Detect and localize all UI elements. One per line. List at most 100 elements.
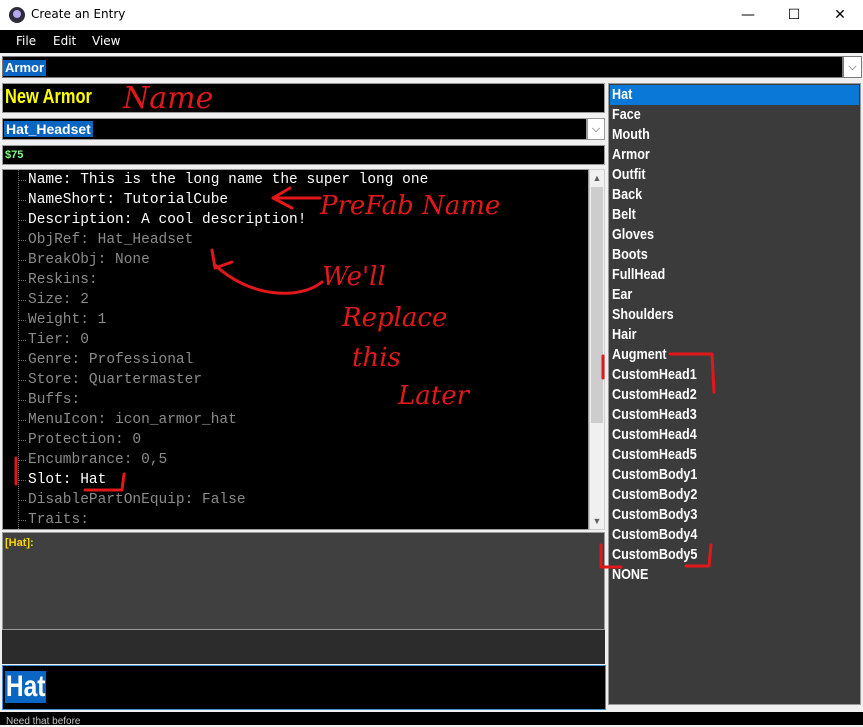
scroll-down-icon[interactable]: ▼ — [589, 513, 605, 529]
slot-item[interactable]: CustomHead1 — [610, 365, 859, 385]
slot-item-label: Shoulders — [612, 306, 674, 323]
slot-item[interactable]: Hat — [610, 85, 859, 105]
slot-item-label: Face — [612, 106, 641, 123]
property-row[interactable]: ObjRef: Hat_Headset — [18, 230, 193, 250]
scroll-up-icon[interactable]: ▲ — [589, 170, 605, 186]
slot-item[interactable]: Shoulders — [610, 305, 859, 325]
property-row[interactable]: Buffs: — [18, 390, 80, 410]
entry-name-field[interactable] — [2, 83, 605, 113]
property-row[interactable]: Slot: Hat — [18, 470, 106, 490]
slot-item[interactable]: CustomHead2 — [610, 385, 859, 405]
slot-item[interactable]: Gloves — [610, 225, 859, 245]
property-row-label: Reskins: — [28, 272, 98, 288]
slot-item[interactable]: Face — [610, 105, 859, 125]
price-field[interactable] — [2, 145, 605, 165]
slot-item-label: Ear — [612, 286, 633, 303]
price-value: $75 — [5, 149, 24, 161]
slot-item[interactable]: Boots — [610, 245, 859, 265]
slot-item-label: Back — [612, 186, 643, 203]
status-text: Need that before — [6, 716, 81, 727]
property-row[interactable]: Tier: 0 — [18, 330, 89, 350]
slot-item[interactable]: Outfit — [610, 165, 859, 185]
menu-edit[interactable]: Edit — [53, 34, 76, 48]
property-detail-panel — [2, 532, 605, 630]
slot-item[interactable]: CustomBody3 — [610, 505, 859, 525]
property-row[interactable]: Name: This is the long name the super lo… — [18, 170, 428, 190]
menu-view[interactable]: View — [92, 34, 120, 48]
slot-item-label: CustomBody1 — [612, 466, 698, 483]
slot-item-label: CustomHead4 — [612, 426, 697, 443]
property-row-label: NameShort: TutorialCube — [28, 192, 229, 208]
property-row[interactable]: NameShort: TutorialCube — [18, 190, 228, 210]
slot-item-label: Gloves — [612, 226, 655, 243]
property-row-label: Weight: 1 — [28, 312, 107, 328]
slot-item-label: CustomBody5 — [612, 546, 698, 563]
status-bar — [0, 712, 863, 725]
property-row[interactable]: Reskins: — [18, 270, 98, 290]
slot-item[interactable]: Hair — [610, 325, 859, 345]
slot-item-label: Hair — [612, 326, 637, 343]
property-row[interactable]: Store: Quartermaster — [18, 370, 202, 390]
slot-item[interactable]: Augment — [610, 345, 859, 365]
property-row[interactable]: Traits: — [18, 510, 89, 529]
slot-item-label: NONE — [612, 566, 649, 583]
category-dropdown[interactable] — [2, 56, 843, 78]
property-row[interactable]: Description: A cool description! — [18, 210, 306, 230]
slot-item[interactable]: Armor — [610, 145, 859, 165]
property-row-label: Slot: Hat — [28, 472, 107, 488]
value-editor-field[interactable] — [2, 665, 606, 710]
slot-item-label: FullHead — [612, 266, 666, 283]
property-tree[interactable]: Name: This is the long name the super lo… — [2, 169, 589, 530]
property-row[interactable]: Protection: 0 — [18, 430, 141, 450]
property-row-label: DisablePartOnEquip: False — [28, 492, 246, 508]
slot-item[interactable]: FullHead — [610, 265, 859, 285]
property-row-label: Genre: Professional — [28, 352, 194, 368]
app-icon — [9, 7, 25, 23]
minimize-button[interactable]: — — [725, 0, 771, 30]
slot-item[interactable]: CustomHead5 — [610, 445, 859, 465]
slot-item[interactable]: CustomBody4 — [610, 525, 859, 545]
slot-list[interactable]: Hat Face Mouth Armor Outfit Back Belt Gloves Boo… — [608, 83, 861, 705]
slot-item-label: Mouth — [612, 126, 650, 143]
chevron-down-icon[interactable]: ⌵ — [587, 118, 605, 140]
slot-item-label: CustomHead3 — [612, 406, 697, 423]
slot-item-label: Belt — [612, 206, 636, 223]
property-row-label: Encumbrance: 0,5 — [28, 452, 168, 468]
property-row-label: Description: A cool description! — [28, 212, 307, 228]
property-row-label: Tier: 0 — [28, 332, 89, 348]
property-row[interactable]: Size: 2 — [18, 290, 89, 310]
property-row[interactable]: Encumbrance: 0,5 — [18, 450, 167, 470]
close-button[interactable]: ✕ — [817, 0, 863, 30]
slot-item-label: CustomBody4 — [612, 526, 698, 543]
slot-item-label: CustomHead1 — [612, 366, 697, 383]
slot-item-label: CustomBody3 — [612, 506, 698, 523]
slot-item[interactable]: Belt — [610, 205, 859, 225]
menu-file[interactable]: File — [16, 34, 36, 48]
slot-item[interactable]: Ear — [610, 285, 859, 305]
property-row[interactable]: BreakObj: None — [18, 250, 150, 270]
property-row-label: Buffs: — [28, 392, 81, 408]
property-row-label: Store: Quartermaster — [28, 372, 203, 388]
property-row-label: Traits: — [28, 512, 89, 528]
slot-item[interactable]: Mouth — [610, 125, 859, 145]
maximize-button[interactable]: ☐ — [771, 0, 817, 30]
slot-item[interactable]: CustomBody1 — [610, 465, 859, 485]
slot-item[interactable]: NONE — [610, 565, 859, 585]
property-row[interactable]: Weight: 1 — [18, 310, 106, 330]
slot-item[interactable]: CustomBody2 — [610, 485, 859, 505]
slot-item-label: Outfit — [612, 166, 646, 183]
scroll-thumb[interactable] — [591, 187, 603, 423]
slot-item[interactable]: CustomBody5 — [610, 545, 859, 565]
prefab-value: Hat_Headset — [4, 121, 93, 137]
slot-item[interactable]: CustomHead4 — [610, 425, 859, 445]
slot-item[interactable]: Back — [610, 185, 859, 205]
property-row[interactable]: DisablePartOnEquip: False — [18, 490, 246, 510]
property-row-label: Name: This is the long name the super lo… — [28, 172, 429, 188]
property-row[interactable]: MenuIcon: icon_armor_hat — [18, 410, 237, 430]
property-detail-tag: [Hat]: — [5, 537, 34, 549]
menu-bar — [0, 30, 863, 53]
slot-item-label: Augment — [612, 346, 667, 363]
property-row[interactable]: Genre: Professional — [18, 350, 193, 370]
slot-item[interactable]: CustomHead3 — [610, 405, 859, 425]
chevron-down-icon[interactable]: ⌵ — [843, 56, 862, 78]
